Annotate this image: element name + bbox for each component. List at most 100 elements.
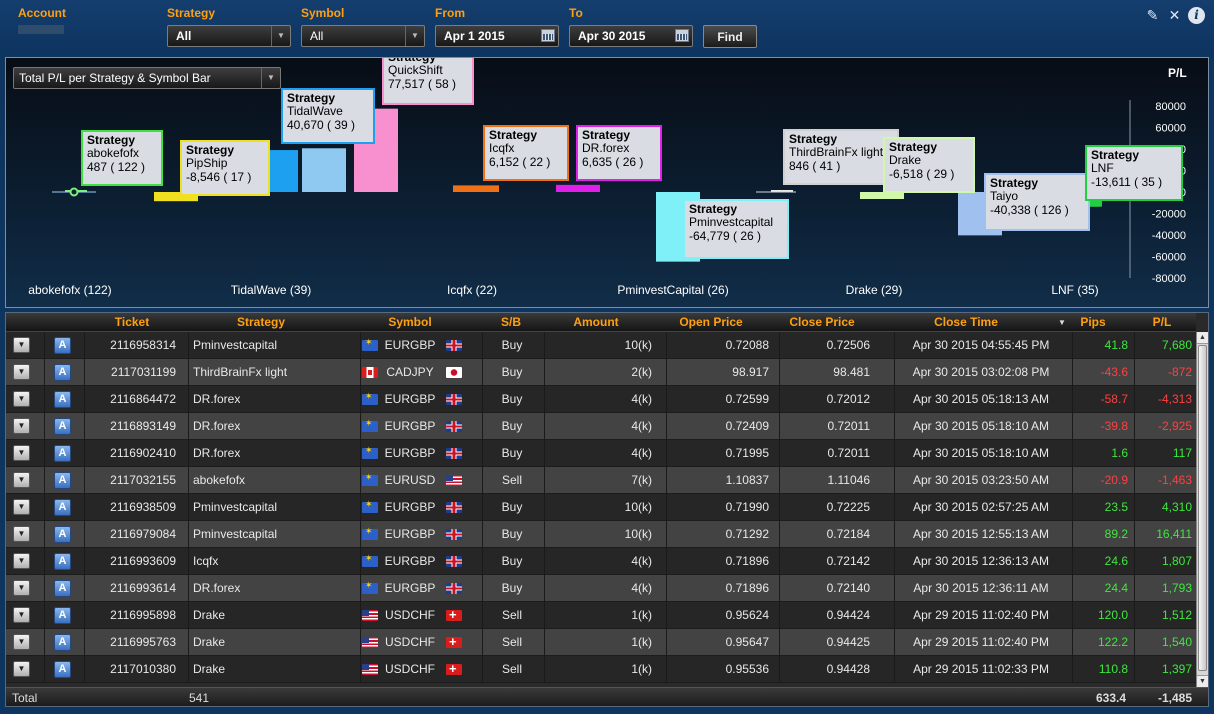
- table-row[interactable]: ▼ A 2116993614 DR.forex EURGBP Buy 4(k) 0.71896…: [6, 575, 1196, 602]
- col-side[interactable]: S/B: [484, 313, 538, 332]
- column-divider: [666, 656, 667, 683]
- column-divider: [84, 413, 85, 440]
- total-row: Total 541 633.4 -1,485: [6, 687, 1208, 706]
- row-action-button[interactable]: A: [54, 607, 71, 624]
- column-divider: [1072, 521, 1073, 548]
- cell-side: Sell: [501, 473, 522, 487]
- table-row[interactable]: ▼ A 2116993609 Icqfx EURGBP Buy 4(k) 0.71896 0.7…: [6, 548, 1196, 575]
- col-amount[interactable]: Amount: [551, 313, 641, 332]
- row-menu-button[interactable]: ▼: [13, 634, 30, 650]
- row-action-button[interactable]: A: [54, 661, 71, 678]
- row-menu-button[interactable]: ▼: [13, 418, 30, 434]
- row-menu-button[interactable]: ▼: [13, 499, 30, 515]
- column-divider: [84, 494, 85, 521]
- chevron-down-icon: ▼: [405, 26, 424, 46]
- info-icon[interactable]: i: [1188, 7, 1205, 24]
- row-action-button[interactable]: A: [54, 553, 71, 570]
- cell-strategy: DR.forex: [193, 392, 241, 406]
- row-menu-button[interactable]: ▼: [13, 472, 30, 488]
- cell-strategy: Drake: [193, 608, 226, 622]
- row-menu-button[interactable]: ▼: [13, 661, 30, 677]
- row-menu-button[interactable]: ▼: [13, 337, 30, 353]
- table-scrollbar[interactable]: ▲ ▼: [1196, 332, 1208, 687]
- from-date-input[interactable]: Apr 1 2015: [435, 25, 559, 47]
- currency-flag-icon: [362, 367, 378, 378]
- col-pips[interactable]: Pips: [1068, 313, 1118, 332]
- col-strategy[interactable]: Strategy: [191, 313, 331, 332]
- row-action-button[interactable]: A: [54, 580, 71, 597]
- cell-pl: 1,807: [1161, 554, 1192, 568]
- column-divider: [482, 602, 483, 629]
- column-divider: [544, 413, 545, 440]
- table-row[interactable]: ▼ A 2116902410 DR.forex EURGBP Buy 4(k) 0.71995…: [6, 440, 1196, 467]
- row-action-button[interactable]: A: [54, 445, 71, 462]
- row-action-button[interactable]: A: [54, 499, 71, 516]
- col-pl[interactable]: P/L: [1132, 313, 1192, 332]
- col-ticket[interactable]: Ticket: [92, 313, 172, 332]
- scroll-down-icon[interactable]: ▼: [1197, 675, 1208, 687]
- calendar-icon[interactable]: [675, 29, 689, 42]
- table-row[interactable]: ▼ A 2116995898 Drake USDCHF Sell 1(k) 0.95624 0.…: [6, 602, 1196, 629]
- column-divider: [1072, 332, 1073, 359]
- column-divider: [544, 467, 545, 494]
- row-action-button[interactable]: A: [54, 418, 71, 435]
- calendar-icon[interactable]: [541, 29, 555, 42]
- to-date-input[interactable]: Apr 30 2015: [569, 25, 693, 47]
- column-divider: [666, 359, 667, 386]
- row-action-button[interactable]: A: [54, 337, 71, 354]
- strategy-select[interactable]: All ▼: [167, 25, 291, 47]
- cell-close-time: Apr 30 2015 05:18:10 AM: [912, 419, 1050, 433]
- table-row[interactable]: ▼ A 2116864472 DR.forex EURGBP Buy 4(k) 0.72599…: [6, 386, 1196, 413]
- table-row[interactable]: ▼ A 2117032155 abokefofx EURUSD Sell 7(k) 1.108…: [6, 467, 1196, 494]
- table-row[interactable]: ▼ A 2116995763 Drake USDCHF Sell 1(k) 0.95647 0.…: [6, 629, 1196, 656]
- column-divider: [544, 440, 545, 467]
- row-action-button[interactable]: A: [54, 634, 71, 651]
- cell-open-price: 0.72599: [725, 392, 769, 406]
- table-row[interactable]: ▼ A 2116979084 Pminvestcapital EURGBP Buy 10(k…: [6, 521, 1196, 548]
- row-action-button[interactable]: A: [54, 364, 71, 381]
- row-action-button[interactable]: A: [54, 391, 71, 408]
- column-divider: [779, 386, 780, 413]
- table-row[interactable]: ▼ A 2116958314 Pminvestcapital EURGBP Buy 10(k…: [6, 332, 1196, 359]
- edit-icon[interactable]: ✎: [1144, 7, 1161, 24]
- column-divider: [360, 413, 361, 440]
- row-menu-button[interactable]: ▼: [13, 607, 30, 623]
- row-menu-button[interactable]: ▼: [13, 445, 30, 461]
- col-close-price[interactable]: Close Price: [772, 313, 872, 332]
- find-button[interactable]: Find: [703, 25, 757, 48]
- row-action-button[interactable]: A: [54, 472, 71, 489]
- col-close-time[interactable]: Close Time: [906, 313, 1026, 332]
- row-menu-button[interactable]: ▼: [13, 526, 30, 542]
- table-row[interactable]: ▼ A 2117010380 Drake USDCHF Sell 1(k) 0.95536 0.…: [6, 656, 1196, 683]
- tooltip-strategy: DR.forex: [582, 141, 629, 155]
- col-open-price[interactable]: Open Price: [661, 313, 761, 332]
- scroll-thumb[interactable]: [1198, 345, 1207, 671]
- row-action-button[interactable]: A: [54, 526, 71, 543]
- cell-open-price: 0.95536: [725, 662, 769, 676]
- table-row[interactable]: ▼ A 2116893149 DR.forex EURGBP Buy 4(k) 0.72409…: [6, 413, 1196, 440]
- symbol-select[interactable]: All ▼: [301, 25, 425, 47]
- currency-flag-icon: [446, 448, 462, 459]
- tooltip-value: 6,152 ( 22 ): [489, 155, 550, 169]
- cell-close-price: 0.72012: [826, 392, 870, 406]
- tooltip-value: -8,546 ( 17 ): [186, 170, 251, 184]
- cell-ticket: 2116995898: [110, 608, 176, 622]
- cell-open-price: 98.917: [732, 365, 769, 379]
- row-menu-button[interactable]: ▼: [13, 553, 30, 569]
- column-divider: [666, 467, 667, 494]
- column-divider: [894, 413, 895, 440]
- table-row[interactable]: ▼ A 2116938509 Pminvestcapital EURGBP Buy 10(k…: [6, 494, 1196, 521]
- excel-icon[interactable]: ✕: [1166, 7, 1183, 24]
- table-row[interactable]: ▼ A 2117031199 ThirdBrainFx light CADJPY Buy 2…: [6, 359, 1196, 386]
- col-symbol[interactable]: Symbol: [360, 313, 460, 332]
- cell-strategy: DR.forex: [193, 446, 241, 460]
- scroll-up-icon[interactable]: ▲: [1197, 332, 1208, 344]
- tooltip-strategy: ThirdBrainFx light: [789, 145, 884, 159]
- cell-strategy: ThirdBrainFx light: [193, 365, 288, 379]
- cell-ticket: 2116993614: [110, 581, 176, 595]
- row-menu-button[interactable]: ▼: [13, 364, 30, 380]
- column-divider: [482, 467, 483, 494]
- row-menu-button[interactable]: ▼: [13, 580, 30, 596]
- row-menu-button[interactable]: ▼: [13, 391, 30, 407]
- cell-close-price: 0.94428: [826, 662, 870, 676]
